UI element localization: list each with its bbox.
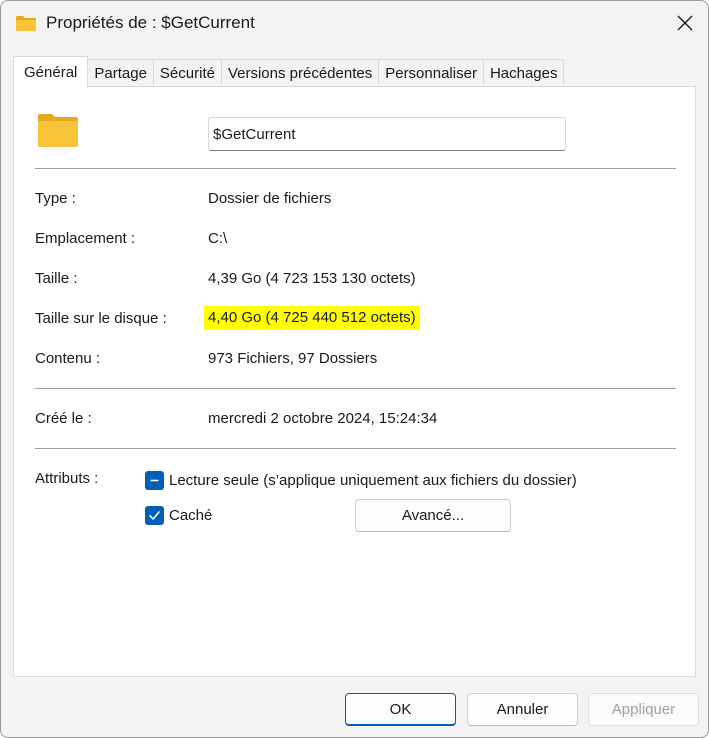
apply-button[interactable]: Appliquer [588,693,699,726]
tab-general[interactable]: Général [13,56,89,88]
cancel-button[interactable]: Annuler [467,693,578,726]
general-panel: Type : Dossier de fichiers Emplacement :… [13,86,696,677]
location-value: C:\ [208,230,228,247]
size-on-disk-label: Taille sur le disque : [35,310,167,327]
readonly-checkbox[interactable] [145,471,164,490]
tab-sharing[interactable]: Partage [88,59,154,87]
type-label: Type : [35,190,76,207]
hidden-checkbox[interactable] [145,506,164,525]
divider [35,448,676,449]
tab-previous-versions[interactable]: Versions précédentes [221,59,380,87]
size-on-disk-value: 4,40 Go (4 725 440 512 octets) [204,306,420,330]
divider [35,168,676,169]
dash-icon [150,479,159,482]
advanced-button[interactable]: Avancé... [355,499,511,532]
properties-dialog: Propriétés de : $GetCurrent Général Part… [0,0,709,738]
close-icon [677,15,693,31]
ok-button[interactable]: OK [345,693,456,726]
tab-hashes[interactable]: Hachages [483,59,565,87]
tab-customize[interactable]: Personnaliser [379,59,484,87]
tab-security[interactable]: Sécurité [153,59,222,87]
close-button[interactable] [662,1,708,45]
folder-name-input[interactable] [208,117,566,151]
divider [35,388,676,389]
checkmark-icon [149,511,160,520]
size-label: Taille : [35,270,78,287]
location-label: Emplacement : [35,230,136,247]
tab-strip: Général Partage Sécurité Versions précéd… [13,56,565,88]
type-value: Dossier de fichiers [208,190,332,207]
hidden-label[interactable]: Caché [169,507,212,524]
folder-icon [16,16,36,31]
window-title: Propriétés de : $GetCurrent [46,13,255,32]
readonly-label[interactable]: Lecture seule (s’applique uniquement aux… [169,472,577,489]
size-value: 4,39 Go (4 723 153 130 octets) [208,270,416,287]
attributes-label: Attributs : [35,470,99,487]
contents-value: 973 Fichiers, 97 Dossiers [208,350,378,367]
contents-label: Contenu : [35,350,101,367]
title-bar: Propriétés de : $GetCurrent [1,1,708,45]
created-value: mercredi 2 octobre 2024, 15:24:34 [208,410,438,427]
folder-icon [38,114,78,147]
created-label: Créé le : [35,410,92,427]
